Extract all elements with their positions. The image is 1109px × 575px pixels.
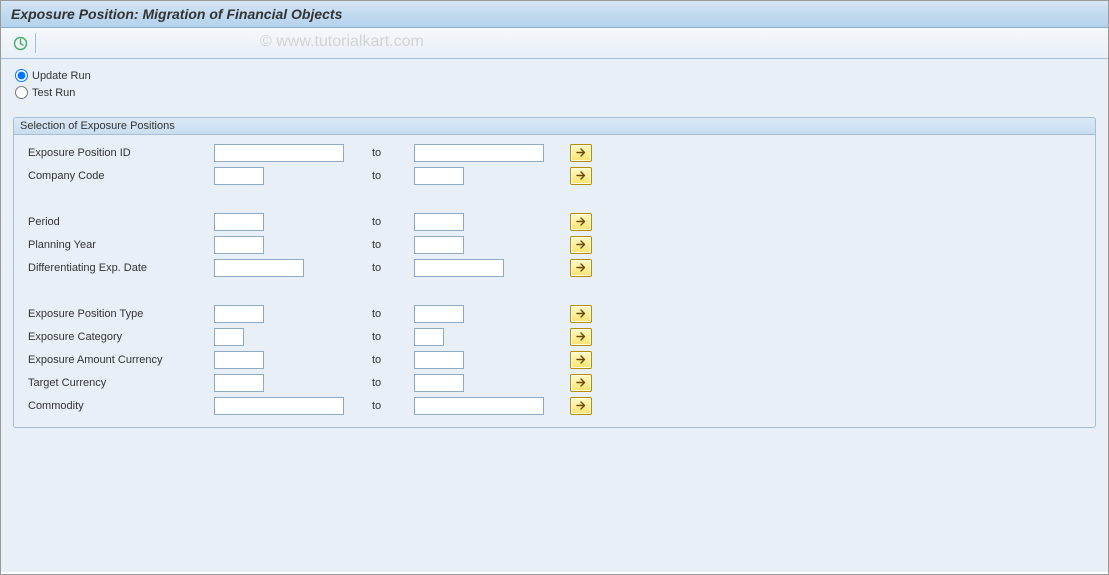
multiselect-commodity[interactable] bbox=[570, 397, 592, 415]
multiselect-planning-year[interactable] bbox=[570, 236, 592, 254]
radio-test-run-input[interactable] bbox=[15, 86, 28, 99]
to-label: to bbox=[364, 400, 414, 412]
arrow-right-icon bbox=[576, 170, 587, 181]
input-period-from[interactable] bbox=[214, 213, 264, 231]
radio-test-run-label: Test Run bbox=[32, 87, 75, 99]
row-exp-pos-type: Exposure Position Type to bbox=[24, 302, 1085, 325]
selection-groupbox-header: Selection of Exposure Positions bbox=[14, 118, 1095, 135]
row-planning-year: Planning Year to bbox=[24, 233, 1085, 256]
input-company-code-from[interactable] bbox=[214, 167, 264, 185]
arrow-right-icon bbox=[576, 262, 587, 273]
label-exp-amt-curr: Exposure Amount Currency bbox=[24, 354, 214, 366]
multiselect-exp-pos-id[interactable] bbox=[570, 144, 592, 162]
input-company-code-to[interactable] bbox=[414, 167, 464, 185]
to-label: to bbox=[364, 216, 414, 228]
label-diff-exp-date: Differentiating Exp. Date bbox=[24, 262, 214, 274]
input-commodity-to[interactable] bbox=[414, 397, 544, 415]
arrow-right-icon bbox=[576, 308, 587, 319]
run-mode-radio-group: Update Run Test Run bbox=[15, 69, 1096, 99]
spacer bbox=[24, 279, 1085, 302]
multiselect-period[interactable] bbox=[570, 213, 592, 231]
input-exp-pos-id-to[interactable] bbox=[414, 144, 544, 162]
radio-update-run-input[interactable] bbox=[15, 69, 28, 82]
input-exp-pos-type-from[interactable] bbox=[214, 305, 264, 323]
arrow-right-icon bbox=[576, 147, 587, 158]
selection-groupbox: Selection of Exposure Positions Exposure… bbox=[13, 117, 1096, 428]
to-label: to bbox=[364, 170, 414, 182]
content-area: Update Run Test Run Selection of Exposur… bbox=[1, 59, 1108, 572]
multiselect-target-curr[interactable] bbox=[570, 374, 592, 392]
to-label: to bbox=[364, 354, 414, 366]
row-exp-pos-id: Exposure Position ID to bbox=[24, 141, 1085, 164]
input-exp-category-from[interactable] bbox=[214, 328, 244, 346]
input-exp-category-to[interactable] bbox=[414, 328, 444, 346]
label-exp-pos-id: Exposure Position ID bbox=[24, 147, 214, 159]
input-exp-pos-type-to[interactable] bbox=[414, 305, 464, 323]
row-period: Period to bbox=[24, 210, 1085, 233]
to-label: to bbox=[364, 377, 414, 389]
row-diff-exp-date: Differentiating Exp. Date to bbox=[24, 256, 1085, 279]
arrow-right-icon bbox=[576, 400, 587, 411]
arrow-right-icon bbox=[576, 216, 587, 227]
arrow-right-icon bbox=[576, 354, 587, 365]
label-company-code: Company Code bbox=[24, 170, 214, 182]
row-target-curr: Target Currency to bbox=[24, 371, 1085, 394]
input-exp-pos-id-from[interactable] bbox=[214, 144, 344, 162]
arrow-right-icon bbox=[576, 331, 587, 342]
multiselect-exp-pos-type[interactable] bbox=[570, 305, 592, 323]
row-exp-category: Exposure Category to bbox=[24, 325, 1085, 348]
spacer bbox=[24, 187, 1085, 210]
input-commodity-from[interactable] bbox=[214, 397, 344, 415]
row-commodity: Commodity to bbox=[24, 394, 1085, 417]
to-label: to bbox=[364, 239, 414, 251]
multiselect-diff-exp-date[interactable] bbox=[570, 259, 592, 277]
application-toolbar bbox=[1, 28, 1108, 59]
input-planning-year-to[interactable] bbox=[414, 236, 464, 254]
radio-update-run-label: Update Run bbox=[32, 70, 91, 82]
to-label: to bbox=[364, 331, 414, 343]
label-exp-category: Exposure Category bbox=[24, 331, 214, 343]
input-diff-exp-date-to[interactable] bbox=[414, 259, 504, 277]
multiselect-company-code[interactable] bbox=[570, 167, 592, 185]
input-exp-amt-curr-to[interactable] bbox=[414, 351, 464, 369]
arrow-right-icon bbox=[576, 239, 587, 250]
input-target-curr-from[interactable] bbox=[214, 374, 264, 392]
input-exp-amt-curr-from[interactable] bbox=[214, 351, 264, 369]
to-label: to bbox=[364, 147, 414, 159]
label-target-curr: Target Currency bbox=[24, 377, 214, 389]
page-title: Exposure Position: Migration of Financia… bbox=[1, 1, 1108, 28]
multiselect-exp-category[interactable] bbox=[570, 328, 592, 346]
radio-test-run[interactable]: Test Run bbox=[15, 86, 1096, 99]
label-exp-pos-type: Exposure Position Type bbox=[24, 308, 214, 320]
input-target-curr-to[interactable] bbox=[414, 374, 464, 392]
multiselect-exp-amt-curr[interactable] bbox=[570, 351, 592, 369]
label-commodity: Commodity bbox=[24, 400, 214, 412]
input-planning-year-from[interactable] bbox=[214, 236, 264, 254]
row-exp-amt-curr: Exposure Amount Currency to bbox=[24, 348, 1085, 371]
to-label: to bbox=[364, 308, 414, 320]
execute-button[interactable] bbox=[9, 32, 31, 54]
radio-update-run[interactable]: Update Run bbox=[15, 69, 1096, 82]
label-period: Period bbox=[24, 216, 214, 228]
label-planning-year: Planning Year bbox=[24, 239, 214, 251]
to-label: to bbox=[364, 262, 414, 274]
row-company-code: Company Code to bbox=[24, 164, 1085, 187]
toolbar-separator bbox=[35, 33, 36, 53]
arrow-right-icon bbox=[576, 377, 587, 388]
clock-execute-icon bbox=[13, 36, 28, 51]
input-diff-exp-date-from[interactable] bbox=[214, 259, 304, 277]
input-period-to[interactable] bbox=[414, 213, 464, 231]
